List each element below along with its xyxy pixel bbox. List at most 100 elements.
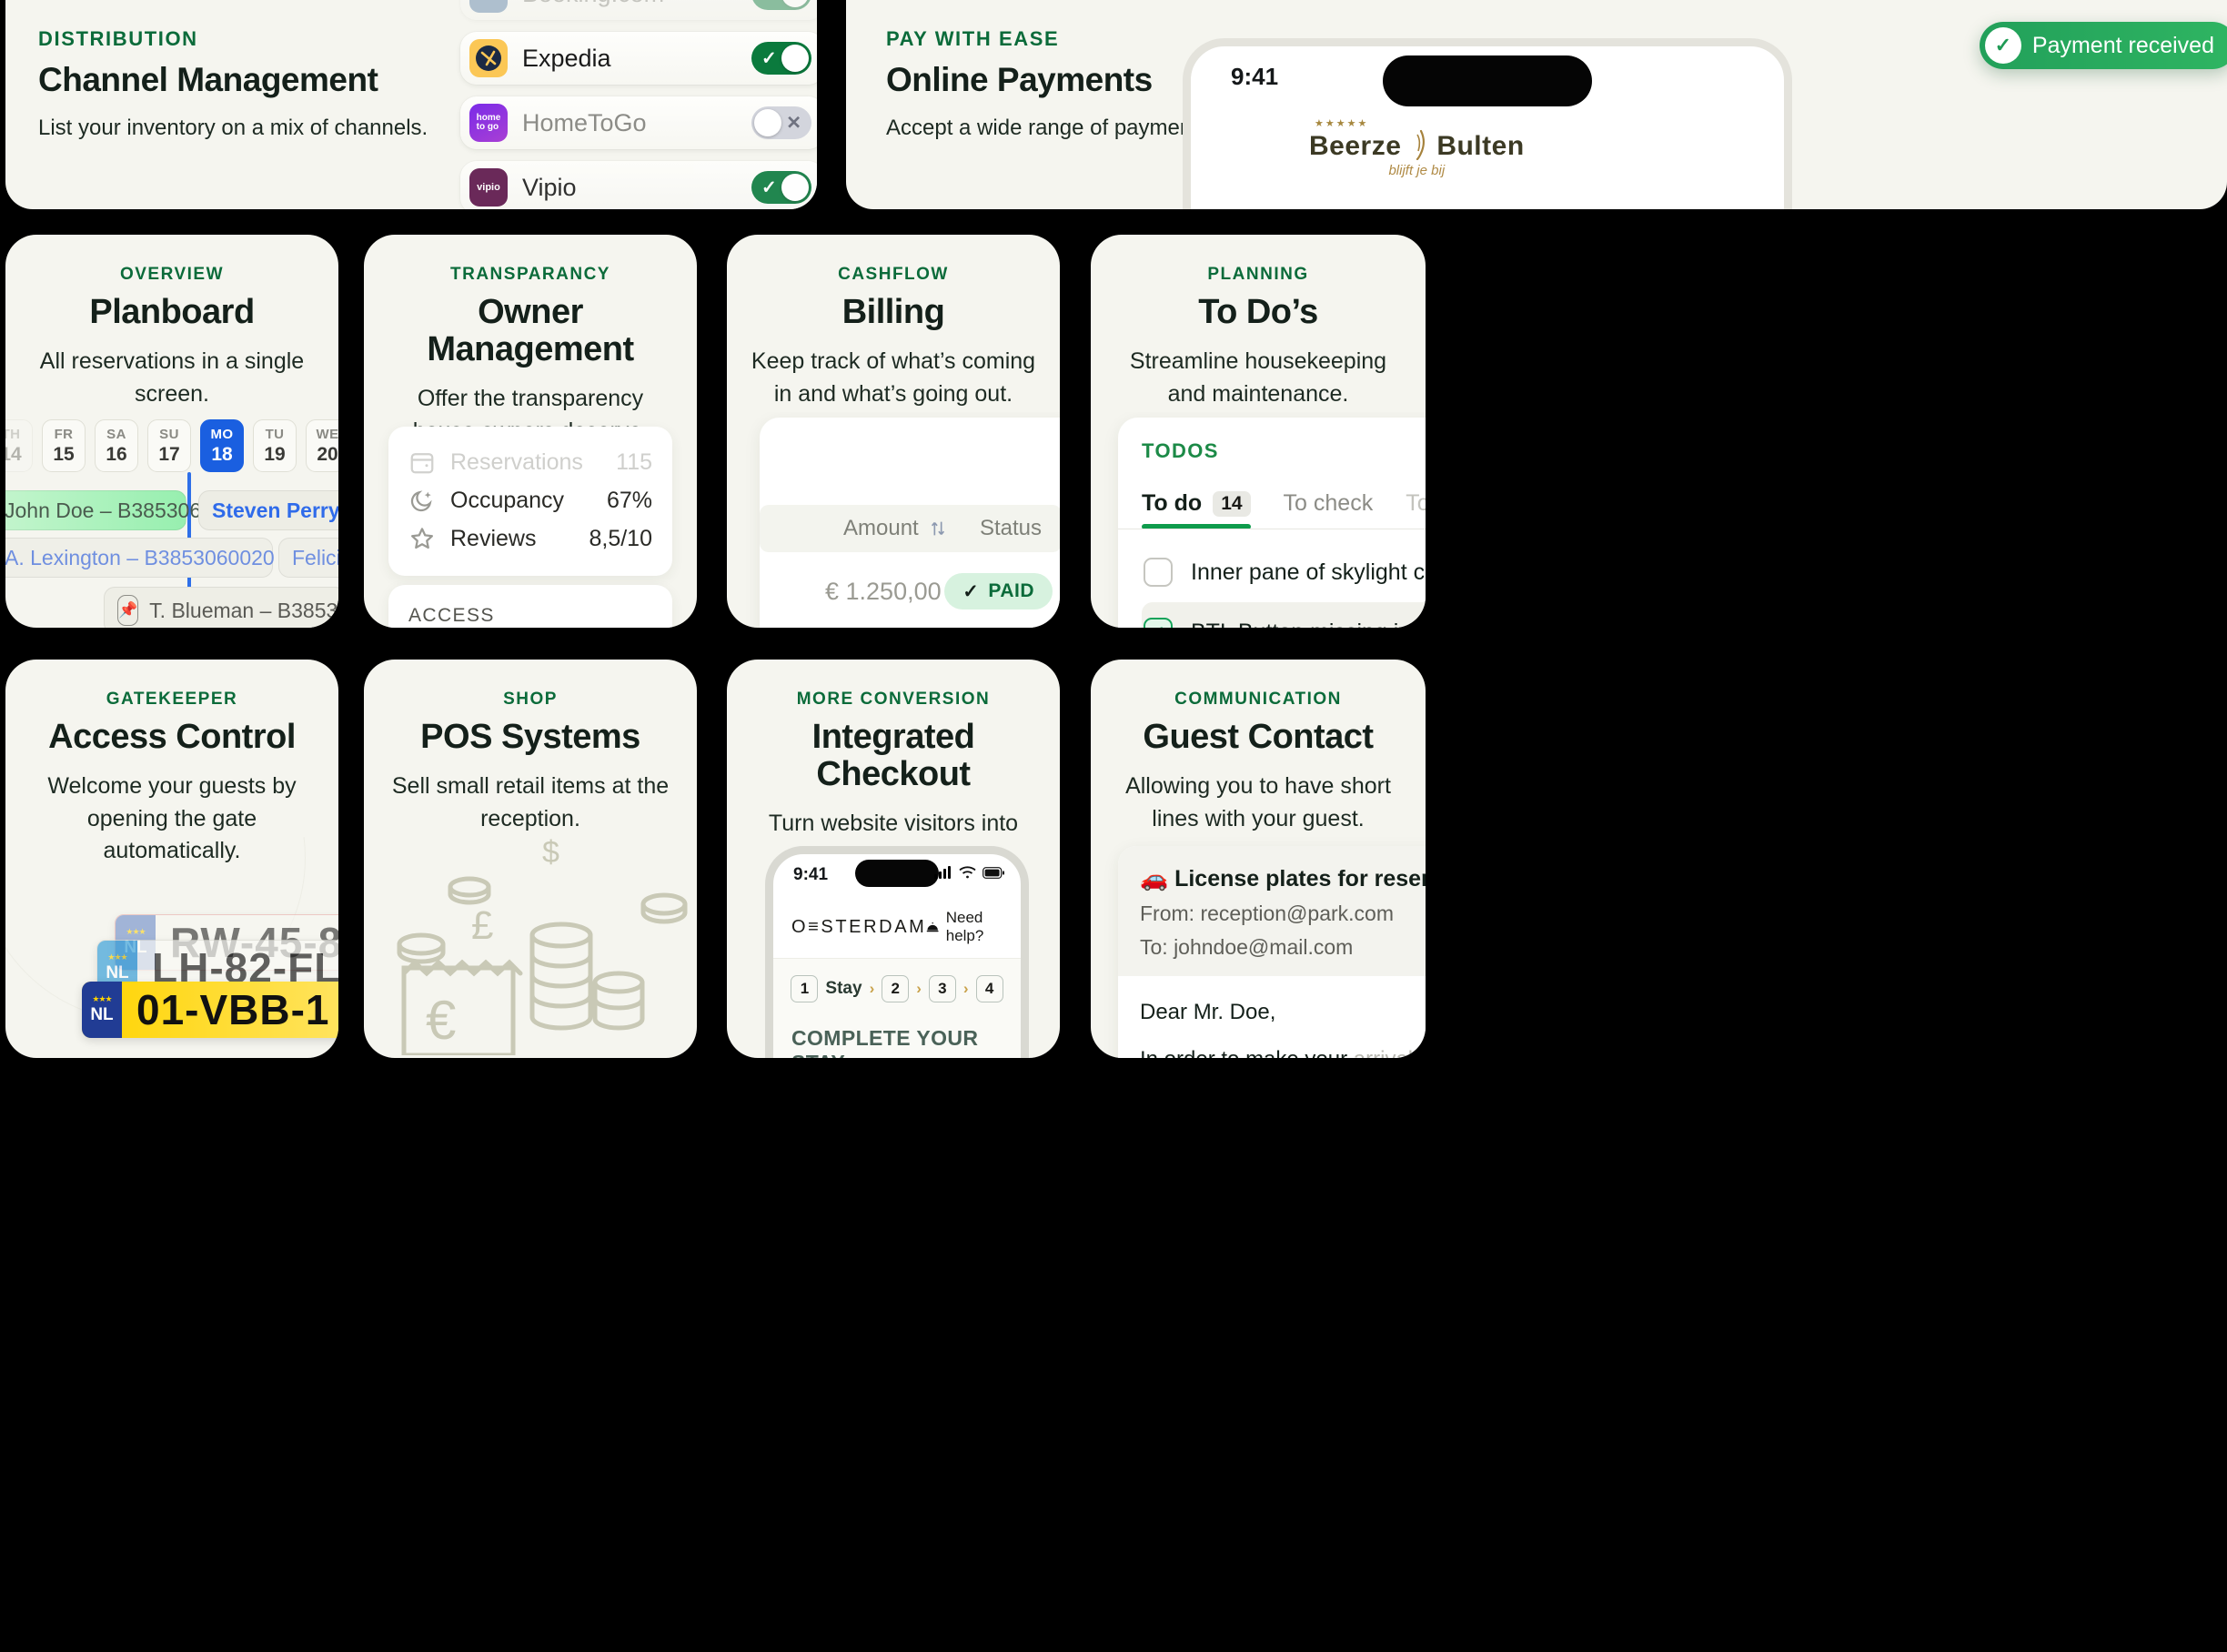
chevron-right-icon: › [962, 980, 969, 997]
access-section-title: ACCESS [408, 605, 495, 626]
channel-row-hometogo[interactable]: home to go HomeToGo ✕ [460, 96, 817, 149]
access-visual: ★★★NL RW-45-88 ★★★NL LH-82-FL ★★★NL 01-V… [5, 837, 338, 1058]
email-body: Dear Mr. Doe, In order to make your arri… [1118, 976, 1426, 1058]
invoice-amount: € 1.250,00 [825, 577, 942, 605]
channel-row-booking[interactable]: B. Booking.com ✓ [460, 0, 817, 20]
day-weekday: WE [316, 426, 338, 442]
column-header-status[interactable]: Status [980, 516, 1042, 541]
calendar-day[interactable]: WE 20 [306, 419, 338, 472]
guest-visual: 🚗 License plates for reservation BE From… [1091, 837, 1426, 1058]
sort-arrows-icon [931, 521, 944, 536]
reservation-bar[interactable]: Steven Perry – B3 [198, 490, 338, 530]
checkbox-unchecked-icon[interactable] [1144, 558, 1173, 587]
step-number[interactable]: 2 [882, 975, 910, 1002]
help-label: Need help? [945, 909, 984, 944]
email-body-line: In order to make your arrival as pleas [1140, 1047, 1426, 1058]
subtitle-channel-management: List your inventory on a mix of channels… [38, 115, 428, 140]
channel-toggle-hometogo[interactable]: ✕ [751, 106, 811, 139]
eyebrow-overview: OVERVIEW [119, 265, 225, 284]
phone-status-bar: 9:41 [773, 854, 1021, 898]
feather-icon [1416, 129, 1425, 160]
title-planboard: Planboard [89, 293, 255, 331]
list-item[interactable]: Inner pane of skylight cracked [1142, 542, 1426, 602]
list-item[interactable]: ✓ BTL Button missing in bath [1142, 602, 1426, 628]
channel-row-vipio[interactable]: vipio Vipio ✓ [460, 161, 817, 209]
toggle-knob [781, 45, 809, 72]
channel-toggle-expedia[interactable]: ✓ [751, 42, 811, 75]
payment-received-toast: ✓ Payment received [1979, 22, 2227, 69]
table-row[interactable]: € 1.250,00 ✓ PAID [760, 563, 1060, 620]
checkbox-checked-icon[interactable]: ✓ [1144, 618, 1173, 628]
stat-row-reservations: Reservations 115 [408, 443, 652, 481]
channel-toggle-vipio[interactable]: ✓ [751, 171, 811, 204]
email-subject: License plates for reservation [1174, 866, 1426, 891]
country-code: NL [90, 1004, 114, 1024]
day-number: 20 [317, 443, 338, 465]
title-guest-contact: Guest Contact [1143, 718, 1374, 756]
subtitle-pos-systems: Sell small retail items at the reception… [391, 773, 670, 831]
day-number: 15 [53, 443, 75, 465]
title-owner-management: Owner Management [427, 293, 634, 369]
step-number[interactable]: 1 [791, 975, 819, 1002]
tab-to-do[interactable]: To do 14 [1142, 490, 1251, 529]
day-weekday: FR [54, 426, 74, 442]
channel-name: Booking.com [522, 0, 751, 8]
calendar-day[interactable]: SA 16 [95, 419, 138, 472]
card-todos: PLANNING To Do’s Streamline housekeeping… [1091, 235, 1426, 628]
card-guest-contact: COMMUNICATION Guest Contact Allowing you… [1091, 660, 1426, 1058]
guest-head: COMMUNICATION Guest Contact Allowing you… [1091, 660, 1426, 835]
check-circle-icon: ✓ [1984, 27, 2021, 64]
check-icon: ✓ [761, 0, 777, 5]
step-number[interactable]: 4 [975, 975, 1003, 1002]
day-number: 16 [106, 443, 127, 465]
hometogo-logo: home to go [469, 104, 508, 142]
reservation-bar[interactable]: A. Lexington – B3853060020 [5, 538, 275, 578]
calendar-icon [408, 448, 436, 476]
stat-value: 8,5/10 [589, 525, 652, 551]
feature-cards-grid: DISTRIBUTION Channel Management List you… [0, 0, 2227, 1652]
need-help-button[interactable]: Need help? [926, 909, 1003, 945]
day-number: 17 [158, 443, 180, 465]
owner-stats-card: Reservations 115 Occupancy 67% Reviews 8… [388, 427, 672, 576]
column-header-amount[interactable]: Amount [843, 516, 948, 541]
day-weekday: SU [159, 426, 179, 442]
eyebrow-gatekeeper: GATEKEEPER [106, 690, 238, 709]
title-access-control: Access Control [48, 718, 296, 756]
reservation-bar[interactable]: John Doe – B385306… [5, 490, 222, 530]
reservation-bar-pinned[interactable]: 📌 T. Blueman – B385306… [104, 587, 338, 628]
stat-row-reviews: Reviews 8,5/10 [408, 519, 652, 558]
stat-label: Reservations [450, 448, 583, 475]
eyebrow-more-conversion: MORE CONVERSION [796, 690, 991, 709]
channel-name: HomeToGo [522, 108, 647, 136]
card-pos-systems: SHOP POS Systems Sell small retail items… [364, 660, 697, 1058]
owner-visual: Reservations 115 Occupancy 67% Reviews 8… [364, 412, 697, 628]
tab-to-invoice[interactable]: To invoice [1406, 490, 1426, 529]
pin-icon: 📌 [117, 595, 139, 626]
channel-toggle-booking[interactable]: ✓ [751, 0, 811, 10]
money-doodle-illustration: $ £ € [397, 837, 688, 1055]
tab-to-check[interactable]: To check [1284, 490, 1374, 529]
email-to: To: johndoe@mail.com [1140, 935, 1354, 959]
table-row[interactable]: € 1.067,65 ✓ PAID [760, 620, 1060, 628]
calendar-day-selected[interactable]: MO 18 [200, 419, 244, 472]
day-weekday: SA [106, 426, 126, 442]
brand-tagline: blijft je bij [1388, 163, 1446, 178]
todo-text: Inner pane of skylight cracked [1191, 559, 1426, 585]
phone-status-time: 9:41 [1231, 63, 1279, 90]
step-number[interactable]: 3 [928, 975, 956, 1002]
title-billing: Billing [841, 293, 945, 331]
calendar-day[interactable]: TU 19 [253, 419, 297, 472]
email-from: From: reception@park.com [1140, 902, 1394, 925]
day-number: 14 [5, 443, 22, 465]
eyebrow-cashflow: CASHFLOW [838, 265, 949, 284]
reservation-bar[interactable]: Felicia [278, 538, 338, 578]
reservation-label: Steven Perry – B3 [212, 498, 338, 522]
channel-text-block: DISTRIBUTION Channel Management List you… [38, 27, 438, 144]
calendar-day[interactable]: TH 14 [5, 419, 33, 472]
calendar-day[interactable]: SU 17 [147, 419, 191, 472]
calendar-day[interactable]: FR 15 [42, 419, 86, 472]
channel-row-expedia[interactable]: Expedia ✓ [460, 32, 817, 85]
eu-flag-icon: ★★★NL [82, 982, 122, 1038]
day-weekday: MO [210, 426, 234, 442]
stat-row-occupancy: Occupancy 67% [408, 481, 652, 519]
